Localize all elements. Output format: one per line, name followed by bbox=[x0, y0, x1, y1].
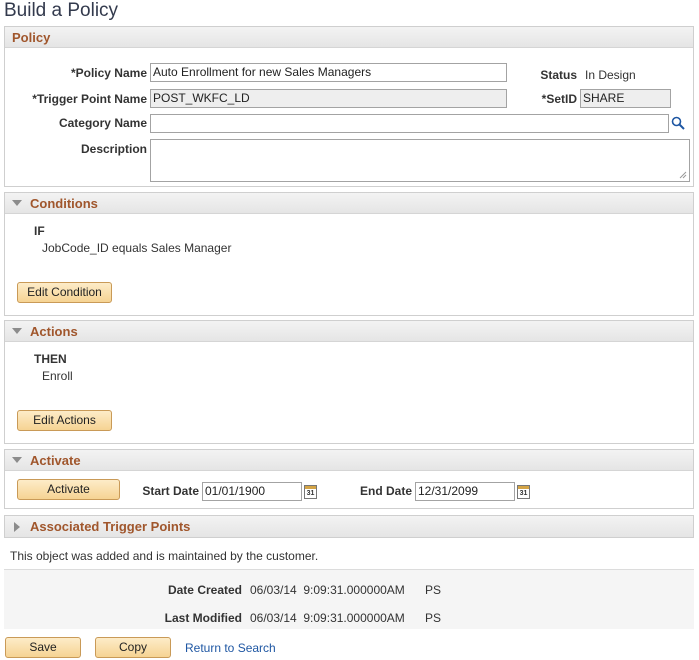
copy-button[interactable]: Copy bbox=[95, 637, 171, 658]
date-created-label: Date Created bbox=[167, 583, 242, 597]
trigger-points-section-header[interactable]: Associated Trigger Points bbox=[5, 516, 693, 537]
return-to-search-link[interactable]: Return to Search bbox=[185, 641, 276, 655]
setid-label: *SetID bbox=[541, 92, 577, 106]
category-name-label: Category Name bbox=[58, 116, 147, 130]
created-by-value: PS bbox=[425, 583, 442, 597]
trigger-point-label: *Trigger Point Name bbox=[32, 92, 147, 106]
policy-name-label: *Policy Name bbox=[70, 66, 147, 80]
trigger-point-field: POST_WKFC_LD bbox=[150, 89, 507, 108]
description-textarea[interactable] bbox=[150, 139, 690, 182]
actions-section: Actions THEN Enroll Edit Actions bbox=[4, 320, 694, 444]
modified-by-value: PS bbox=[425, 611, 442, 625]
resize-grip-icon[interactable] bbox=[679, 171, 687, 179]
if-keyword: IF bbox=[34, 224, 45, 238]
last-modified-value: 06/03/14 9:09:31.000000AM bbox=[250, 611, 405, 625]
triangle-down-icon[interactable] bbox=[12, 200, 22, 206]
setid-field: SHARE bbox=[580, 89, 671, 108]
triangle-down-icon[interactable] bbox=[12, 457, 22, 463]
last-modified-label: Last Modified bbox=[164, 611, 242, 625]
conditions-section-header[interactable]: Conditions bbox=[5, 193, 693, 214]
action-text: Enroll bbox=[42, 369, 73, 383]
date-created-value: 06/03/14 9:09:31.000000AM bbox=[250, 583, 405, 597]
policy-section: Policy *Policy Name Auto Enrollment for … bbox=[4, 26, 694, 187]
policy-section-title: Policy bbox=[12, 29, 51, 45]
activate-section: Activate Activate Start Date 01/01/1900 … bbox=[4, 449, 694, 509]
trigger-points-section-title: Associated Trigger Points bbox=[30, 519, 191, 534]
actions-section-title: Actions bbox=[30, 323, 78, 339]
conditions-section: Conditions IF JobCode_ID equals Sales Ma… bbox=[4, 192, 694, 316]
status-label: Status bbox=[540, 68, 577, 82]
start-date-input[interactable]: 01/01/1900 bbox=[202, 482, 302, 501]
description-label: Description bbox=[80, 142, 147, 156]
calendar-icon[interactable]: 31 bbox=[517, 485, 530, 499]
edit-condition-button[interactable]: Edit Condition bbox=[17, 282, 112, 303]
triangle-right-icon[interactable] bbox=[14, 521, 20, 532]
start-date-label: Start Date bbox=[142, 484, 199, 498]
condition-text: JobCode_ID equals Sales Manager bbox=[42, 241, 232, 255]
calendar-icon[interactable]: 31 bbox=[304, 485, 317, 499]
edit-actions-button[interactable]: Edit Actions bbox=[17, 410, 112, 431]
activate-button[interactable]: Activate bbox=[17, 479, 120, 500]
save-button[interactable]: Save bbox=[5, 637, 81, 658]
status-value: In Design bbox=[585, 68, 636, 82]
triangle-down-icon[interactable] bbox=[12, 328, 22, 334]
activate-section-header[interactable]: Activate bbox=[5, 450, 693, 471]
trigger-points-section: Associated Trigger Points bbox=[4, 515, 694, 538]
end-date-input[interactable]: 12/31/2099 bbox=[415, 482, 515, 501]
conditions-section-title: Conditions bbox=[30, 195, 98, 211]
policy-section-header: Policy bbox=[5, 27, 693, 48]
page-title: Build a Policy bbox=[4, 0, 119, 21]
maintained-by-note: This object was added and is maintained … bbox=[10, 549, 319, 563]
audit-panel: Date Created 06/03/14 9:09:31.000000AM P… bbox=[4, 569, 694, 629]
then-keyword: THEN bbox=[34, 352, 67, 366]
end-date-label: End Date bbox=[359, 484, 412, 498]
magnifier-icon[interactable] bbox=[671, 116, 685, 130]
category-name-input[interactable] bbox=[150, 114, 669, 133]
activate-section-title: Activate bbox=[30, 452, 81, 468]
policy-name-input[interactable]: Auto Enrollment for new Sales Managers bbox=[150, 63, 507, 82]
actions-section-header[interactable]: Actions bbox=[5, 321, 693, 342]
